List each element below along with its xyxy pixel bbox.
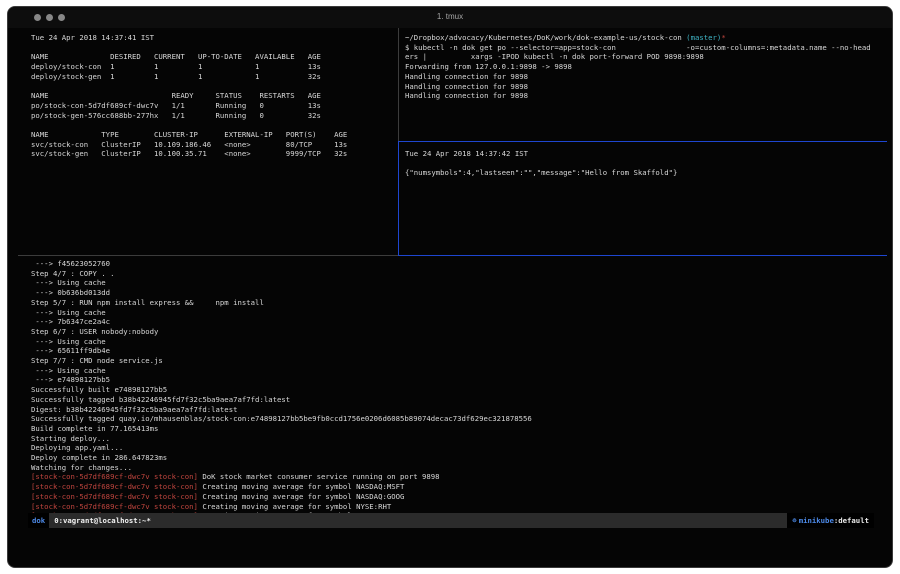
terminal-line: ---> 0b636bd013dd (31, 288, 887, 298)
pane-border-active-top (398, 141, 887, 142)
terminal-line: NAME READY STATUS RESTARTS AGE (31, 91, 396, 101)
terminal-line: po/stock-gen-576cc688bb-277hx 1/1 Runnin… (31, 111, 396, 121)
terminal-line: Successfully tagged b38b42246945fd7f32c5… (31, 395, 887, 405)
terminal-line: po/stock-con-5d7df689cf-dwc7v 1/1 Runnin… (31, 101, 396, 111)
terminal-line: Forwarding from 127.0.0.1:9898 -> 9898 (405, 62, 887, 72)
kubernetes-helm-icon: ☸ (792, 516, 796, 525)
terminal-line: svc/stock-con ClusterIP 10.109.186.46 <n… (31, 140, 396, 150)
terminal-line: ---> e74898127bb5 (31, 375, 887, 385)
terminal-line: ---> 65611ff9db4e (31, 346, 887, 356)
terminal-line: ---> Using cache (31, 337, 887, 347)
terminal-line: ~/Dropbox/advocacy/Kubernetes/DoK/work/d… (405, 33, 887, 43)
terminal-line: Successfully tagged quay.io/mhausenblas/… (31, 414, 887, 424)
window-title: 1. tmux (8, 12, 892, 21)
terminal-line: ---> Using cache (31, 278, 887, 288)
kube-context-host: minikube (799, 516, 834, 525)
pane-skaffold-log[interactable]: ---> f45623052760Step 4/7 : COPY . . ---… (31, 259, 887, 521)
terminal-line: Watching for changes... (31, 463, 887, 473)
terminal-line: Handling connection for 9898 (405, 72, 887, 82)
pane-border-vertical-top (398, 28, 399, 141)
terminal-line: Tue 24 Apr 2018 14:37:41 IST (31, 33, 396, 43)
terminal-line: deploy/stock-gen 1 1 1 1 32s (31, 72, 396, 82)
terminal-line: ---> Using cache (31, 308, 887, 318)
terminal-line: NAME DESIRED CURRENT UP-TO-DATE AVAILABL… (31, 52, 396, 62)
terminal-line (31, 120, 396, 130)
terminal-line (31, 43, 396, 53)
terminal-line: Step 6/7 : USER nobody:nobody (31, 327, 887, 337)
tmux-session: Tue 24 Apr 2018 14:37:41 IST NAME DESIRED… (8, 28, 892, 513)
terminal-line: ---> Using cache (31, 366, 887, 376)
terminal-line: {"numsymbols":4,"lastseen":"","message":… (405, 168, 887, 178)
terminal-line: Step 4/7 : COPY . . (31, 269, 887, 279)
terminal-line (31, 82, 396, 92)
terminal-window: 1. tmux Tue 24 Apr 2018 14:37:41 IST NAME… (7, 6, 893, 568)
terminal-line: [stock-con-5d7df689cf-dwc7v stock-con] D… (31, 472, 887, 482)
terminal-line: Step 7/7 : CMD node service.js (31, 356, 887, 366)
pane-border-active-bottom (398, 255, 887, 256)
terminal-line: Tue 24 Apr 2018 14:37:42 IST (405, 149, 887, 159)
session-name: dok (28, 513, 49, 528)
pane-kubectl-watch[interactable]: Tue 24 Apr 2018 14:37:41 IST NAME DESIRED… (31, 33, 396, 258)
pane-border-active-left (398, 141, 399, 255)
status-right: ☸ minikube :default (787, 513, 874, 528)
window-titlebar: 1. tmux (8, 7, 892, 28)
terminal-line: Deploy complete in 286.647823ms (31, 453, 887, 463)
terminal-line: Starting deploy... (31, 434, 887, 444)
terminal-line: NAME TYPE CLUSTER-IP EXTERNAL-IP PORT(S)… (31, 130, 396, 140)
pane-curl-output[interactable]: Tue 24 Apr 2018 14:37:42 IST {"numsymbols… (405, 149, 887, 253)
kube-context-namespace: :default (834, 516, 869, 525)
pane-border-horizontal-left (18, 255, 398, 256)
terminal-line: Deploying app.yaml... (31, 443, 887, 453)
terminal-line: Handling connection for 9898 (405, 91, 887, 101)
terminal-line: Successfully built e74898127bb5 (31, 385, 887, 395)
terminal-line: Handling connection for 9898 (405, 82, 887, 92)
terminal-line: Digest: b38b42246945fd7f32c5ba9aea7af7fd… (31, 405, 887, 415)
terminal-line: svc/stock-gen ClusterIP 10.100.35.71 <no… (31, 149, 396, 159)
pane-port-forward[interactable]: ~/Dropbox/advocacy/Kubernetes/DoK/work/d… (405, 33, 887, 141)
terminal-line: deploy/stock-con 1 1 1 1 13s (31, 62, 396, 72)
window-tab[interactable]: 0:vagrant@localhost:~* (54, 516, 151, 525)
terminal-line: ---> f45623052760 (31, 259, 887, 269)
terminal-line: $ kubectl -n dok get po --selector=app=s… (405, 43, 887, 53)
terminal-line: Build complete in 77.165413ms (31, 424, 887, 434)
terminal-line: ---> 7b6347ce2a4c (31, 317, 887, 327)
terminal-line: [stock-con-5d7df689cf-dwc7v stock-con] C… (31, 502, 887, 512)
terminal-line (405, 159, 887, 169)
terminal-line: ers | xargs -IPOD kubectl -n dok port-fo… (405, 52, 887, 62)
terminal-line: [stock-con-5d7df689cf-dwc7v stock-con] C… (31, 482, 887, 492)
terminal-line: [stock-con-5d7df689cf-dwc7v stock-con] C… (31, 492, 887, 502)
tmux-status-bar: dok 0:vagrant@localhost:~* ☸ minikube :d… (28, 513, 874, 528)
terminal-line: Step 5/7 : RUN npm install express && np… (31, 298, 887, 308)
